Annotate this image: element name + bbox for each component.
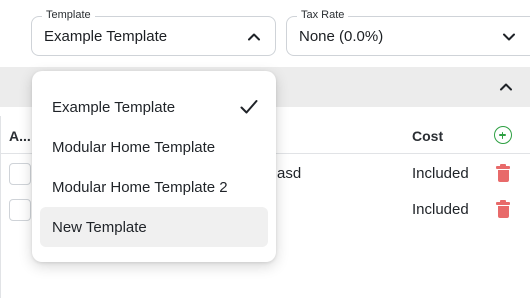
menu-item-example-template[interactable]: Example Template — [40, 87, 268, 127]
chevron-up-icon[interactable] — [247, 30, 261, 44]
row-cost: Included — [412, 201, 469, 218]
menu-item-modular-home-template-2[interactable]: Modular Home Template 2 — [40, 167, 268, 207]
template-select[interactable]: Template Example Template — [31, 8, 276, 56]
template-value: Example Template — [44, 28, 168, 45]
menu-item-label: Modular Home Template 2 — [52, 179, 228, 196]
plus-circle-icon[interactable] — [494, 126, 512, 144]
row-description: asd — [277, 165, 302, 182]
chevron-down-icon[interactable] — [502, 30, 516, 44]
checkmark-icon — [240, 99, 258, 115]
row-select-box[interactable] — [9, 163, 31, 185]
menu-item-label: Modular Home Template — [52, 139, 216, 156]
tax-rate-select[interactable]: Tax Rate None (0.0%) — [286, 8, 530, 56]
menu-item-modular-home-template[interactable]: Modular Home Template — [40, 127, 268, 167]
menu-item-label: Example Template — [52, 99, 176, 116]
menu-item-new-template[interactable]: New Template — [40, 207, 268, 247]
collapse-chevron-up-icon[interactable] — [499, 80, 513, 94]
trash-icon[interactable] — [496, 164, 510, 182]
tax-rate-value: None (0.0%) — [299, 28, 384, 45]
row-select-box[interactable] — [9, 199, 31, 221]
page: Template Example Template Tax Rate None … — [0, 0, 530, 298]
menu-item-label: New Template — [52, 219, 147, 236]
trash-icon[interactable] — [496, 200, 510, 218]
tax-rate-label: Tax Rate — [297, 8, 349, 22]
template-dropdown-menu: Example Template Modular Home Template M… — [32, 71, 276, 262]
column-header-a[interactable]: A... — [9, 128, 31, 144]
column-header-cost[interactable]: Cost — [412, 128, 443, 144]
template-label: Template — [42, 8, 95, 22]
row-cost: Included — [412, 165, 469, 182]
